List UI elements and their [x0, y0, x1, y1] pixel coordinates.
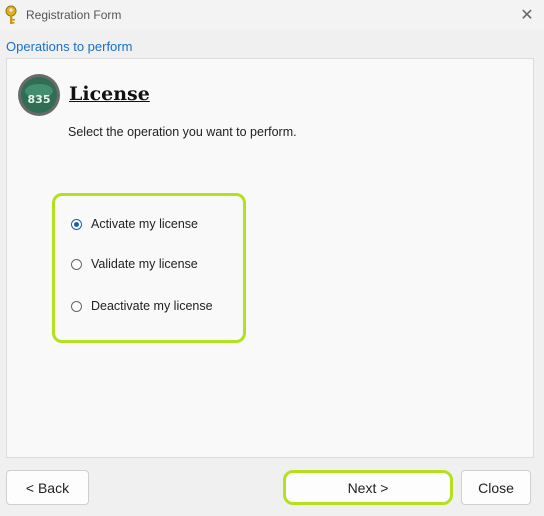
option-label: Validate my license: [91, 257, 198, 271]
key-icon: [5, 5, 17, 24]
operation-options-group: Activate my license Validate my license …: [52, 193, 246, 343]
option-label: Activate my license: [91, 217, 198, 231]
back-button[interactable]: < Back: [6, 470, 89, 505]
window-title: Registration Form: [26, 8, 122, 22]
radio-activate[interactable]: [71, 218, 82, 230]
license-logo-icon: 835: [18, 74, 60, 116]
next-button[interactable]: Next >: [283, 470, 453, 505]
section-header-label: Operations to perform: [6, 39, 133, 54]
content-panel: 835 License Select the operation you wan…: [6, 58, 534, 458]
logo-text: 835: [28, 93, 51, 106]
option-activate-license[interactable]: Activate my license: [71, 217, 198, 231]
close-icon: ✕: [520, 7, 534, 24]
window-close-button[interactable]: ✕: [516, 4, 538, 26]
instruction-text: Select the operation you want to perform…: [68, 125, 297, 139]
section-header: Operations to perform: [0, 34, 544, 58]
radio-validate[interactable]: [71, 258, 82, 270]
close-button[interactable]: Close: [461, 470, 531, 505]
option-label: Deactivate my license: [91, 299, 213, 313]
option-deactivate-license[interactable]: Deactivate my license: [71, 299, 213, 313]
option-validate-license[interactable]: Validate my license: [71, 257, 198, 271]
page-title: License: [69, 83, 150, 105]
title-bar: Registration Form ✕: [0, 0, 544, 30]
radio-deactivate[interactable]: [71, 300, 82, 312]
